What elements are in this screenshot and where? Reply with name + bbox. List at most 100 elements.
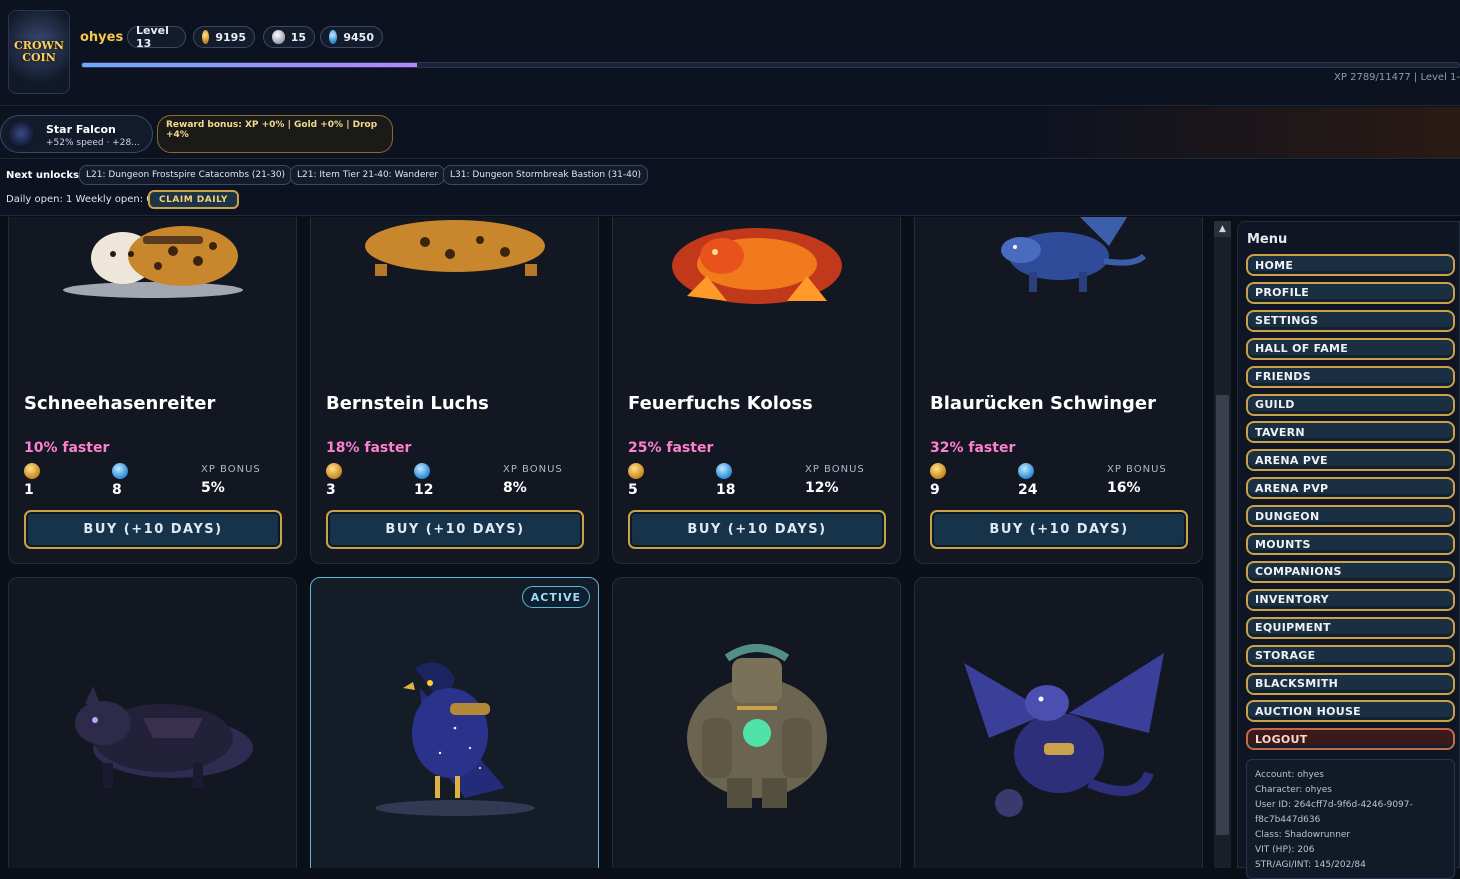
buy-mount-button[interactable]: BUY (+10 DAYS) <box>930 510 1188 549</box>
gold-price: 1 <box>24 482 34 498</box>
menu-item-arena-pvp[interactable]: ARENA PVP <box>1246 477 1455 500</box>
player-name: ohyes <box>80 30 124 45</box>
gem-icon <box>329 30 338 44</box>
mount-speed: 18% faster <box>326 440 412 456</box>
mount-name: Feuerfuchs Koloss <box>628 393 813 414</box>
xp-bonus-label: XP BONUS <box>1107 464 1167 475</box>
gem-icon <box>112 463 128 479</box>
menu-item-logout[interactable]: LOGOUT <box>1246 728 1455 751</box>
gem-price: 8 <box>112 482 122 498</box>
mount-name: Bernstein Luchs <box>326 393 489 414</box>
gold-counter: 9195 <box>193 26 255 48</box>
xp-progress-bar <box>81 62 1460 68</box>
fire-fox-colossus-image <box>623 217 891 316</box>
mounts-grid: Schneehasenreiter 10% faster 1 8 XP BONU… <box>0 217 1214 868</box>
xp-text: XP 2789/11477 | Level 1- <box>1334 72 1460 83</box>
mount-speed: 10% faster <box>24 440 110 456</box>
reward-bonus-chip: Reward bonus: XP +0% | Gold +0% | Drop +… <box>157 115 393 153</box>
next-unlocks-label: Next unlocks: <box>6 170 83 181</box>
current-mount-stats: +52% speed · +28... <box>46 138 140 148</box>
menu-item-tavern[interactable]: TAVERN <box>1246 421 1455 444</box>
gold-coin-icon <box>24 463 40 479</box>
gem-icon <box>414 463 430 479</box>
user-id-line: User ID: 264cff7d-9f6d-4246-9097- <box>1255 800 1413 810</box>
character-line: Character: ohyes <box>1255 785 1332 795</box>
buy-mount-button[interactable]: BUY (+10 DAYS) <box>24 510 282 549</box>
str-agi-int-line: STR/AGI/INT: 145/202/84 <box>1255 860 1366 870</box>
menu-item-hall-of-fame[interactable]: HALL OF FAME <box>1246 337 1455 360</box>
gem-counter: 9450 <box>320 26 383 48</box>
user-id-line-cont: f8c7b447d636 <box>1255 815 1321 825</box>
menu-item-auction-house[interactable]: AUCTION HOUSE <box>1246 700 1455 723</box>
menu-item-companions[interactable]: COMPANIONS <box>1246 560 1455 583</box>
scroll-up-arrow-icon[interactable]: ▲ <box>1214 221 1231 237</box>
open-counter-text: Daily open: 1 Weekly open: 0 <box>6 194 153 205</box>
mount-name: Blaurücken Schwinger <box>930 393 1157 414</box>
mount-card: Bernstein Luchs 18% faster 3 12 XP BONUS… <box>310 217 599 564</box>
mount-card: Schneehasenreiter 10% faster 1 8 XP BONU… <box>8 217 297 564</box>
mount-card-active: ACTIVE <box>310 577 599 868</box>
xp-bonus-label: XP BONUS <box>201 464 261 475</box>
menu-item-home[interactable]: HOME <box>1246 254 1455 276</box>
menu-item-profile[interactable]: PROFILE <box>1246 281 1455 304</box>
snow-hare-rider-image <box>19 217 287 301</box>
xp-bonus-value: 16% <box>1107 480 1141 496</box>
xp-bonus-value: 5% <box>201 480 225 496</box>
account-line: Account: ohyes <box>1255 770 1324 780</box>
unlocks-row: Next unlocks: L21: Dungeon Frostspire Ca… <box>0 160 1460 216</box>
vit-line: VIT (HP): 206 <box>1255 845 1315 855</box>
current-mount-name: Star Falcon <box>46 123 116 136</box>
buy-mount-button[interactable]: BUY (+10 DAYS) <box>326 510 584 549</box>
active-badge: ACTIVE <box>521 586 590 608</box>
level-badge: Level 13 <box>127 24 186 50</box>
star-falcon-image <box>321 648 589 818</box>
gold-price: 3 <box>326 482 336 498</box>
buy-mount-button[interactable]: BUY (+10 DAYS) <box>628 510 886 549</box>
unlock-chip: L31: Dungeon Stormbreak Bastion (31-40) <box>443 165 649 185</box>
main-scrollbar[interactable]: ▲ <box>1214 221 1231 868</box>
menu-item-settings[interactable]: SETTINGS <box>1246 309 1455 332</box>
gem-price: 24 <box>1018 482 1038 498</box>
mount-speed: 25% faster <box>628 440 714 456</box>
gem-icon <box>716 463 732 479</box>
menu-item-mounts[interactable]: MOUNTS <box>1246 533 1455 555</box>
silver-coin-icon <box>272 30 285 44</box>
mount-card <box>612 577 901 868</box>
gold-coin-icon <box>628 463 644 479</box>
scroll-thumb[interactable] <box>1216 395 1229 835</box>
gem-price: 12 <box>414 482 434 498</box>
amber-lynx-image <box>321 217 589 278</box>
stone-golem-image <box>623 638 891 818</box>
crown-coin-logo[interactable]: CROWN COIN <box>8 10 70 94</box>
xp-bonus-value: 8% <box>503 480 527 496</box>
class-line: Class: Shadowrunner <box>1255 830 1351 840</box>
claim-daily-button[interactable]: CLAIM DAILY <box>148 190 239 209</box>
side-menu: Menu HOME PROFILE SETTINGS HALL OF FAME FRIE… <box>1237 221 1460 879</box>
gold-coin-icon <box>930 463 946 479</box>
blue-back-flyer-image <box>925 217 1193 298</box>
xp-bonus-value: 12% <box>805 480 839 496</box>
menu-item-blacksmith[interactable]: BLACKSMITH <box>1246 672 1455 695</box>
menu-item-inventory[interactable]: INVENTORY <box>1246 588 1455 611</box>
mount-card: Feuerfuchs Koloss 25% faster 5 18 XP BON… <box>612 217 901 564</box>
menu-item-equipment[interactable]: EQUIPMENT <box>1246 616 1455 639</box>
gem-icon <box>1018 463 1034 479</box>
menu-item-arena-pve[interactable]: ARENA PVE <box>1246 449 1455 472</box>
menu-item-guild[interactable]: GUILD <box>1246 393 1455 416</box>
mount-name: Schneehasenreiter <box>24 393 216 414</box>
current-mount-chip[interactable]: Star Falcon +52% speed · +28... <box>0 115 153 153</box>
menu-item-storage[interactable]: STORAGE <box>1246 644 1455 667</box>
menu-item-friends[interactable]: FRIENDS <box>1246 365 1455 388</box>
mount-card <box>8 577 297 868</box>
menu-title: Menu <box>1247 232 1288 247</box>
mount-status-row: Star Falcon +52% speed · +28... Reward b… <box>0 107 1460 159</box>
top-header: CROWN COIN ohyes Level 13 9195 15 9450 XP… <box>0 0 1460 106</box>
unlock-chip: L21: Item Tier 21-40: Wanderer <box>290 165 446 185</box>
shadow-wolf-image <box>19 668 287 798</box>
gem-price: 18 <box>716 482 736 498</box>
xp-bonus-label: XP BONUS <box>805 464 865 475</box>
menu-item-dungeon[interactable]: DUNGEON <box>1246 505 1455 528</box>
gold-coin-icon <box>326 463 342 479</box>
account-info-panel: Account: ohyes Character: ohyes User ID:… <box>1246 759 1455 879</box>
star-falcon-thumbnail-icon <box>7 121 35 149</box>
